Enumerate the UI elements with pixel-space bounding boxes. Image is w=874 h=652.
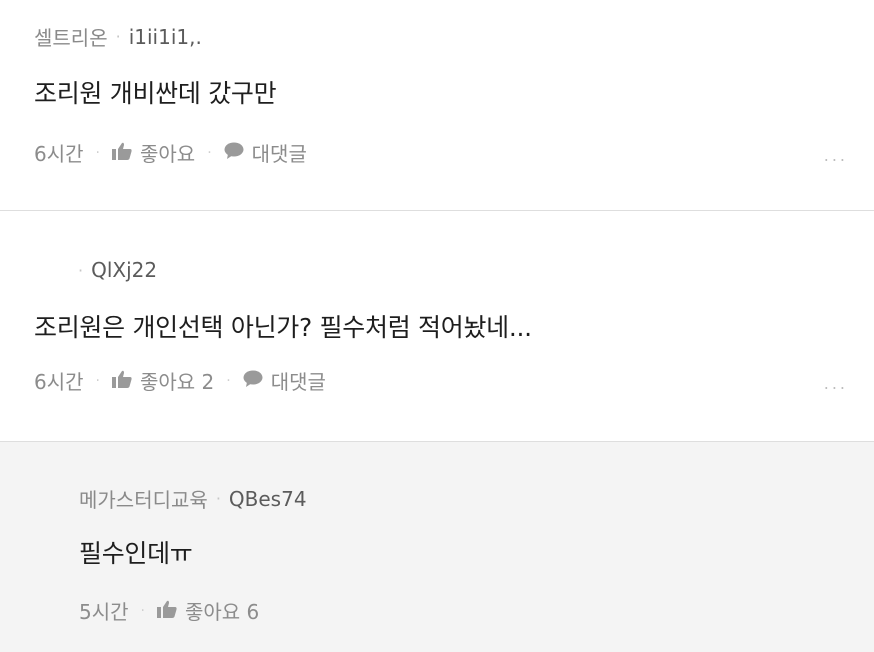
reply-button[interactable]: 대댓글 [243, 366, 326, 395]
comment-meta: 셀트리온 · i1ii1i1,. [34, 22, 202, 51]
action-separator: · [95, 372, 100, 389]
comment-time: 5시간 [79, 600, 129, 624]
comment-user-id[interactable]: QlXj22 [91, 258, 157, 282]
speech-bubble-icon [243, 369, 263, 393]
speech-bubble-icon [224, 141, 244, 165]
action-separator: · [226, 372, 231, 389]
like-button[interactable]: 좋아요 2 [111, 366, 215, 395]
comment-user-id[interactable]: QBes74 [229, 487, 307, 511]
like-button[interactable]: 좋아요 [111, 138, 196, 167]
comment-actions: 6시간 · 좋아요 2 · 대댓글 [34, 366, 326, 395]
reply-item: 메가스터디교육 · QBes74 필수인데ㅠ 5시간 · 좋아요 6 [0, 442, 874, 652]
comment-actions: 6시간 · 좋아요 · 대댓글 [34, 138, 307, 167]
meta-separator: · [215, 489, 221, 508]
thumbs-up-icon [156, 599, 177, 623]
like-label: 좋아요 [139, 142, 196, 166]
reply-label: 대댓글 [251, 142, 307, 166]
thumbs-up-icon [111, 141, 132, 165]
like-label: 좋아요 6 [184, 600, 260, 624]
thumbs-up-icon [111, 369, 132, 393]
more-dots-icon[interactable]: ... [824, 146, 848, 165]
reply-label: 대댓글 [270, 370, 326, 394]
action-separator: · [140, 602, 145, 619]
comment-meta: 메가스터디교육 · QBes74 [79, 484, 307, 513]
like-button[interactable]: 좋아요 6 [156, 596, 260, 625]
action-separator: · [207, 144, 212, 161]
meta-separator: · [78, 260, 84, 280]
comment-text: 조리원은 개인선택 아닌가? 필수처럼 적어놨네... [34, 313, 532, 342]
comment-author[interactable]: 셀트리온 [34, 22, 108, 51]
comment-time: 6시간 [34, 142, 84, 166]
comment-user-id[interactable]: i1ii1i1,. [129, 25, 202, 49]
comment-actions: 5시간 · 좋아요 6 [79, 596, 259, 625]
comment-time: 6시간 [34, 370, 84, 394]
comment-text: 필수인데ㅠ [79, 539, 193, 568]
comment-item: · QlXj22 조리원은 개인선택 아닌가? 필수처럼 적어놨네... 6시간… [0, 211, 874, 442]
author-name-hidden [34, 265, 64, 275]
more-dots-icon[interactable]: ... [824, 374, 848, 393]
comment-item: 셀트리온 · i1ii1i1,. 조리원 개비싼데 갔구만 6시간 · 좋아요 … [0, 0, 874, 211]
reply-button[interactable]: 대댓글 [224, 138, 307, 167]
comment-text: 조리원 개비싼데 갔구만 [34, 79, 277, 108]
action-separator: · [95, 144, 100, 161]
meta-separator: · [115, 27, 121, 46]
like-label: 좋아요 2 [139, 370, 215, 394]
comment-list: 셀트리온 · i1ii1i1,. 조리원 개비싼데 갔구만 6시간 · 좋아요 … [0, 0, 874, 652]
comment-meta: · QlXj22 [34, 258, 157, 282]
comment-author[interactable]: 메가스터디교육 [79, 484, 208, 513]
